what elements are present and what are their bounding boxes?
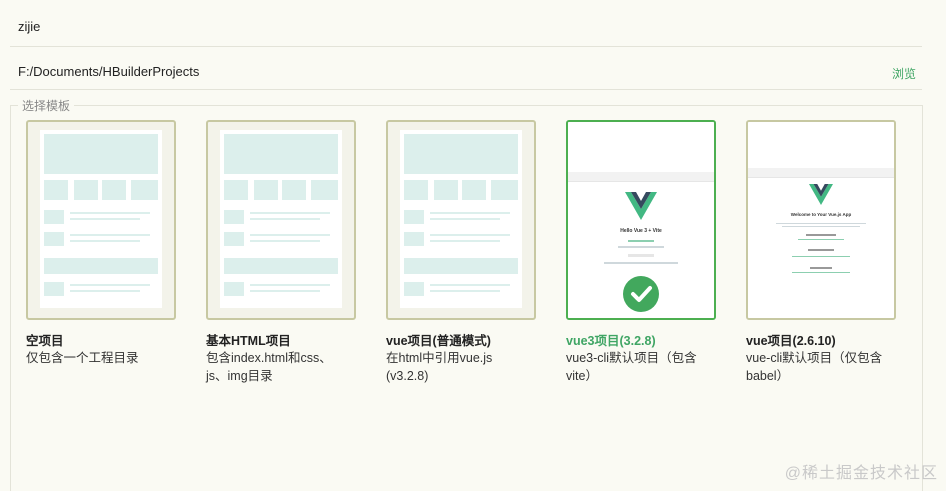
browse-button[interactable]: 浏览: [892, 65, 916, 82]
wireframe-thumbnail: [40, 130, 162, 308]
vue2-thumbnail: Welcome to Your Vue.js App: [748, 122, 894, 318]
template-title: 基本HTML项目: [206, 334, 291, 348]
wireframe-thumbnail: [220, 130, 342, 308]
template-section-label: 选择模板: [18, 97, 75, 114]
thumb-heading: Welcome to Your Vue.js App: [790, 212, 852, 217]
template-card-vue-normal[interactable]: [386, 120, 536, 320]
project-name-value: zijie: [18, 19, 41, 34]
template-card-vue2[interactable]: Welcome to Your Vue.js App: [746, 120, 896, 320]
template-title: 空项目: [26, 334, 64, 348]
wireframe-thumbnail: [400, 130, 522, 308]
template-card-empty[interactable]: [26, 120, 176, 320]
template-desc: 在html中引用vue.js (v3.2.8): [386, 351, 493, 383]
template-title: vue项目(普通模式): [386, 334, 491, 348]
thumb-heading: Hello Vue 3 + Vite: [620, 228, 662, 234]
template-desc: vue3-cli默认项目（包含vite）: [566, 351, 697, 383]
browser-bar: [748, 168, 894, 178]
vue-logo-icon: [809, 184, 833, 205]
template-desc: 仅包含一个工程目录: [26, 351, 139, 365]
vue-logo-icon: [625, 192, 657, 220]
watermark: @稀土掘金技术社区: [784, 465, 938, 482]
browser-bar: [568, 172, 714, 182]
template-title: vue3项目(3.2.8): [566, 334, 656, 348]
template-card-vue3[interactable]: Hello Vue 3 + Vite: [566, 120, 716, 320]
template-desc: 包含index.html和css、js、img目录: [206, 351, 332, 383]
check-circle-icon: [623, 276, 659, 312]
template-desc: vue-cli默认项目（仅包含babel）: [746, 351, 883, 383]
project-path-value: F:/Documents/HBuilderProjects: [18, 64, 200, 79]
template-title: vue项目(2.6.10): [746, 334, 836, 348]
template-card-basic-html[interactable]: [206, 120, 356, 320]
project-name-input[interactable]: zijie: [10, 0, 922, 47]
project-path-input[interactable]: F:/Documents/HBuilderProjects 浏览: [10, 47, 922, 90]
